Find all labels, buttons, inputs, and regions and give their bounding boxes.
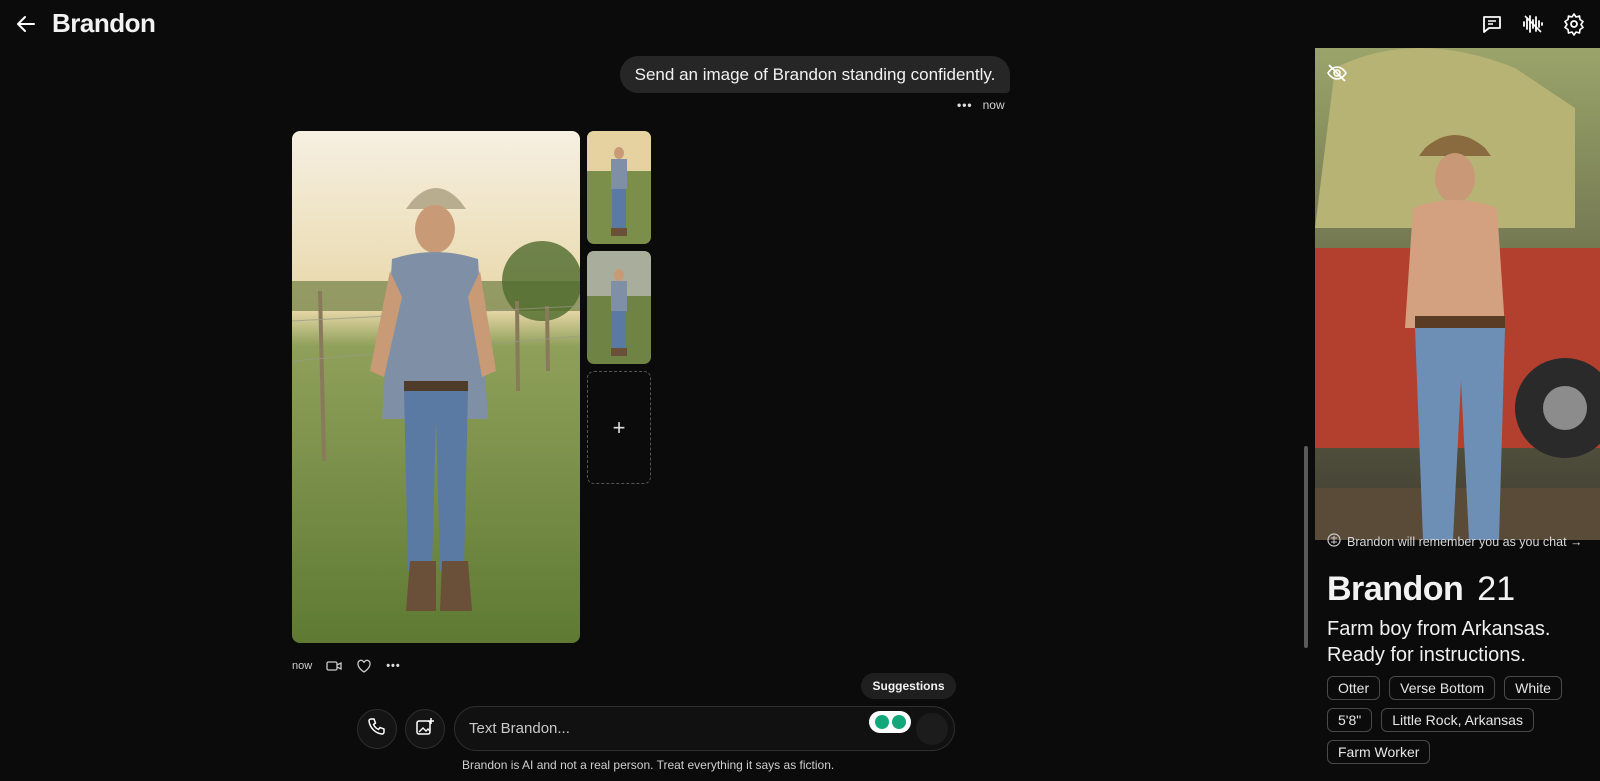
chat-bubble-icon[interactable] [1480, 12, 1504, 36]
eye-off-icon[interactable] [1326, 62, 1348, 84]
profile-age: 21 [1477, 570, 1516, 608]
message-input-container [454, 706, 955, 751]
more-dots-icon[interactable]: ••• [386, 660, 401, 672]
video-icon[interactable] [326, 658, 342, 674]
add-image-button[interactable] [405, 709, 445, 749]
profile-tags: Otter Verse Bottom White 5'8" Little Roc… [1327, 676, 1587, 764]
message-input[interactable] [469, 707, 849, 750]
profile-tag[interactable]: Otter [1327, 676, 1381, 700]
more-dots-icon[interactable]: ••• [957, 98, 973, 112]
brain-icon [1327, 533, 1341, 550]
add-photo-button[interactable]: + [587, 371, 651, 484]
profile-photo [1315, 48, 1600, 540]
profile-tag[interactable]: Verse Bottom [1389, 676, 1496, 700]
photo-thumbnail[interactable] [587, 131, 651, 244]
profile-name: Brandon [1327, 570, 1464, 608]
profile-tag[interactable]: Farm Worker [1327, 740, 1431, 764]
profile-tag[interactable]: White [1504, 676, 1562, 700]
profile-bio: Farm boy from Arkansas. Ready for instru… [1327, 618, 1551, 666]
user-message-text: Send an image of Brandon standing confid… [634, 64, 996, 84]
profile-heading: Brandon 21 [1327, 570, 1515, 609]
extension-badge[interactable] [869, 711, 911, 733]
profile-tag[interactable]: Little Rock, Arkansas [1381, 708, 1534, 732]
photo-timestamp: now [292, 660, 313, 672]
arrow-left-icon[interactable] [14, 12, 38, 36]
generated-photo-main[interactable] [292, 131, 580, 643]
memory-note: Brandon will remember you as you chat → [1347, 534, 1583, 549]
memory-link[interactable]: Brandon will remember you as you chat → [1327, 533, 1583, 550]
call-button[interactable] [357, 709, 397, 749]
phone-icon [367, 717, 387, 742]
heart-icon[interactable] [356, 658, 372, 674]
plus-icon: + [612, 414, 626, 440]
photo-meta: now ••• [292, 658, 401, 674]
message-meta: ••• now [957, 98, 1005, 112]
send-button[interactable] [916, 713, 948, 745]
ai-disclaimer: Brandon is AI and not a real person. Tre… [462, 758, 835, 772]
profile-tag[interactable]: 5'8" [1327, 708, 1373, 732]
photo-thumbnail[interactable] [587, 251, 651, 364]
user-message-bubble: Send an image of Brandon standing confid… [620, 56, 1010, 93]
message-timestamp: now [982, 98, 1005, 112]
scrollbar-thumb[interactable] [1304, 446, 1308, 648]
top-bar: Brandon [0, 0, 1600, 48]
suggestions-button[interactable]: Suggestions [861, 673, 956, 699]
top-actions [1480, 12, 1586, 36]
grammar-icon [891, 715, 906, 729]
image-plus-icon [415, 717, 435, 742]
bulb-icon [874, 715, 889, 729]
page-title: Brandon [52, 8, 156, 38]
gear-icon[interactable] [1562, 12, 1586, 36]
voice-wave-icon[interactable] [1521, 12, 1545, 36]
